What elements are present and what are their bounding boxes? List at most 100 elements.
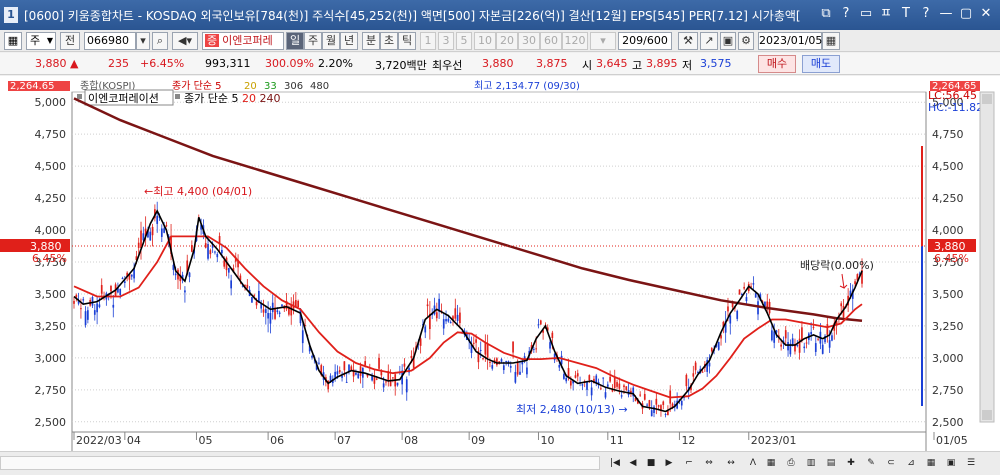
candle (821, 344, 824, 354)
price-chart[interactable]: 5,000 4,750 4,500 4,250 4,000 3,750 3,500 3,250… (0, 76, 1000, 451)
tools-icon[interactable]: ⚒ (678, 32, 698, 50)
indicator-add-icon[interactable]: ✚ (844, 455, 858, 471)
candle (223, 260, 226, 267)
buy-button[interactable]: 매수 (758, 55, 796, 73)
candle (271, 302, 274, 313)
scroll-down-arrow-icon[interactable] (982, 410, 992, 420)
y-tick-label-left: 4,750 (35, 128, 67, 141)
maximize-button[interactable]: ▢ (958, 6, 974, 22)
settings-icon[interactable]: ⚙ (738, 32, 754, 50)
tab-year[interactable]: 년 (340, 32, 358, 50)
chart-canvas[interactable]: 5,0004,7504,5004,2504,0003,7503,5003,250… (0, 76, 1000, 451)
minute-120-button[interactable]: 120 (562, 32, 588, 50)
save-icon[interactable]: ▣ (720, 32, 736, 50)
candle (648, 400, 651, 407)
window-icon-3[interactable]: ▭ (858, 6, 874, 22)
window-icon-4[interactable]: ㅍ (878, 6, 894, 22)
link-window-icon[interactable]: ⧉ (818, 6, 834, 22)
x-tick-label: 2023/01 (751, 434, 797, 447)
drawing-icon[interactable]: ✎ (864, 455, 878, 471)
overlay-high-label: 최고 2,134.77 (09/30) (474, 80, 580, 92)
layout-icon[interactable]: ▥ (804, 455, 818, 471)
prev-page-icon[interactable]: ◀ (626, 455, 640, 471)
date-input[interactable]: 2023/01/05 (758, 32, 822, 50)
minute-1-button[interactable]: 1 (420, 32, 436, 50)
candle (667, 411, 669, 416)
y-tick-label-left: 4,500 (35, 160, 67, 173)
minute-30-button[interactable]: 30 (518, 32, 540, 50)
vertical-scrollbar[interactable] (979, 91, 995, 423)
candle (516, 361, 519, 375)
y-tick-label-left: 2,750 (35, 384, 67, 397)
candle (685, 374, 688, 387)
legend-ma-label: 종가 단순 5 20 240 (184, 92, 280, 105)
table-icon[interactable]: ▦ (764, 455, 778, 471)
minute-10-button[interactable]: 10 (474, 32, 496, 50)
stock-code-input[interactable]: 066980 (84, 32, 136, 50)
minute-60-button[interactable]: 60 (540, 32, 562, 50)
minimize-button[interactable]: — (938, 6, 954, 22)
magnet-icon[interactable]: ⊂ (884, 455, 898, 471)
list-icon[interactable]: ☰ (964, 455, 978, 471)
help-icon[interactable]: ? (918, 6, 934, 22)
custom-period-select[interactable]: ▾ (590, 32, 616, 50)
x-tick-label: 05 (198, 434, 212, 447)
tab-day[interactable]: 일 (286, 32, 304, 50)
quote-line: 3,880 ▲ 235 +6.45% 993,311 300.09% 2.20%… (0, 53, 1000, 75)
horizontal-scrollbar[interactable] (0, 456, 600, 470)
minute-5-button[interactable]: 5 (456, 32, 472, 50)
candle (828, 340, 831, 348)
window-controls: ⧉ ? ▭ ㅍ T ? — ▢ ✕ (818, 6, 994, 22)
tab-week[interactable]: 주 (304, 32, 322, 50)
font-icon[interactable]: T (898, 6, 914, 22)
print-icon[interactable]: ⎙ (784, 455, 798, 471)
candle (424, 326, 427, 333)
sub-icon[interactable]: ᐱ (746, 455, 760, 471)
candle (454, 308, 457, 319)
expand-icon[interactable]: ↔ (724, 455, 738, 471)
period-select[interactable]: 주 ▼ (26, 32, 56, 50)
stock-dropdown-chevron-icon[interactable]: ▾ (136, 32, 150, 50)
close-button[interactable]: ✕ (978, 6, 994, 22)
tab-month[interactable]: 월 (322, 32, 340, 50)
pin-icon[interactable]: ⊿ (904, 455, 918, 471)
candle (343, 361, 346, 371)
calendar-icon[interactable]: ▦ (822, 32, 840, 50)
width-icon[interactable]: ⇔ (702, 455, 716, 471)
y-tick-label-left: 3,250 (35, 320, 67, 333)
indicator-icon[interactable]: ↗ (700, 32, 718, 50)
scroll-up-arrow-icon[interactable] (982, 94, 992, 104)
chevron-down-icon: ▼ (46, 36, 53, 45)
tab-second[interactable]: 초 (380, 32, 398, 50)
minute-20-button[interactable]: 20 (496, 32, 518, 50)
search-icon[interactable]: ⌕ (152, 32, 168, 50)
candle (567, 368, 570, 378)
window-icon-2[interactable]: ? (838, 6, 854, 22)
minute-3-button[interactable]: 3 (438, 32, 454, 50)
tab-tick[interactable]: 틱 (398, 32, 416, 50)
candle (655, 398, 658, 405)
grid-icon[interactable]: ▦ (4, 32, 22, 50)
prev-button[interactable]: 전 (60, 32, 80, 50)
candle (812, 326, 815, 328)
candle (100, 285, 103, 294)
first-page-icon[interactable]: |◀ (608, 455, 622, 471)
zoom-icon[interactable]: ⌐ (682, 455, 696, 471)
candle (165, 225, 168, 227)
window-title: [0600] 키움종합차트 - KOSDAQ 외국인보유[784(천)] 주식수… (24, 8, 801, 23)
chart-type-icon[interactable]: ▤ (824, 455, 838, 471)
camera-icon[interactable]: ▣ (944, 455, 958, 471)
count-input[interactable]: 209/600 (618, 32, 672, 50)
stop-icon[interactable]: ■ (644, 455, 658, 471)
sound-icon[interactable]: ◀▾ (172, 32, 198, 50)
candle (505, 360, 507, 362)
tab-minute[interactable]: 분 (362, 32, 380, 50)
grid-toggle-icon[interactable]: ▦ (924, 455, 938, 471)
sell-button[interactable]: 매도 (802, 55, 840, 73)
candle (558, 364, 561, 368)
candle (717, 342, 720, 350)
candle (378, 357, 380, 369)
candle (160, 228, 163, 237)
y-tick-label-right: 2,750 (932, 384, 964, 397)
next-page-icon[interactable]: ▶ (662, 455, 676, 471)
